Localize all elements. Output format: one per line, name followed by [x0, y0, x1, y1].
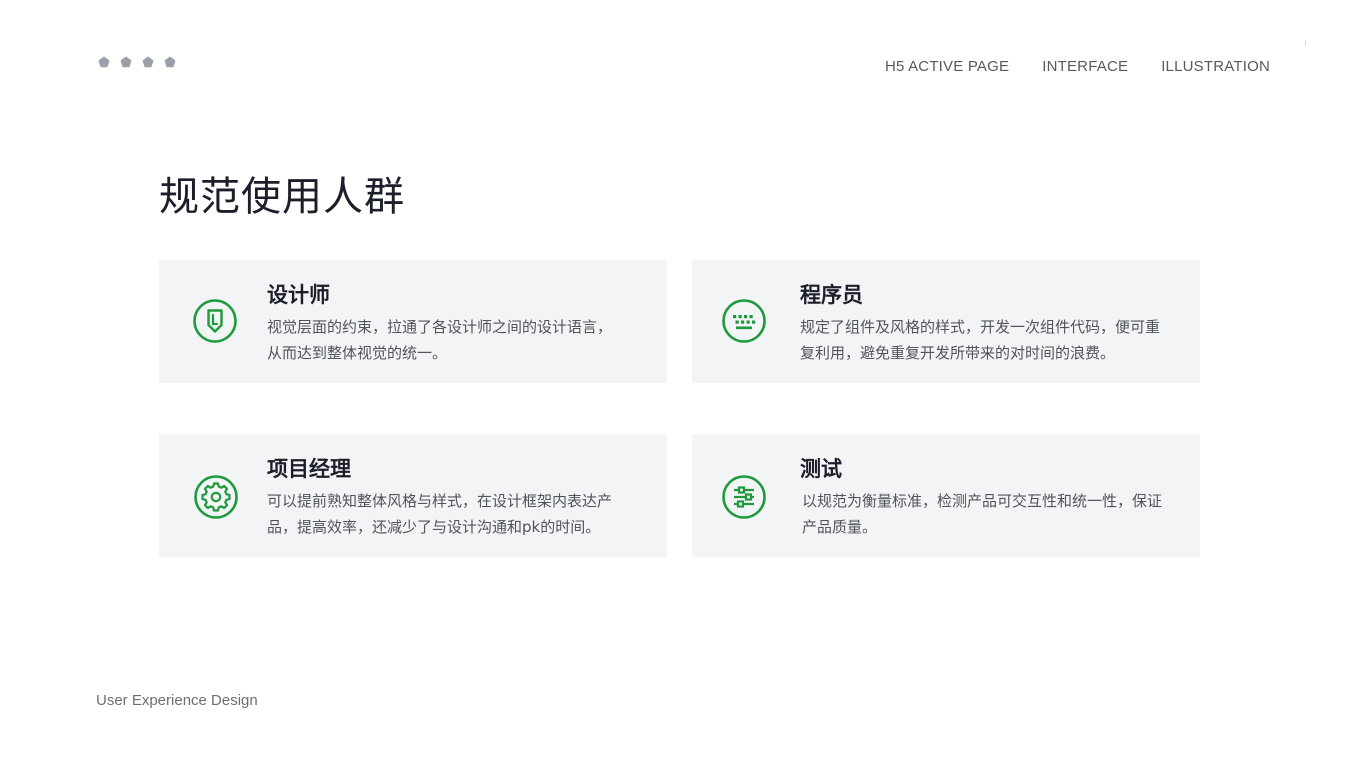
nav-item-interface[interactable]: INTERFACE: [1042, 58, 1128, 75]
card-description: 视觉层面的约束，拉通了各设计师之间的设计语言， 从而达到整体视觉的统一。: [267, 314, 612, 366]
page: H5 ACTIVE PAGE INTERFACE ILLUSTRATION 规范…: [0, 0, 1366, 768]
card-project-manager: 项目经理 可以提前熟知整体风格与样式，在设计框架内表达产 品，提高效率，还减少了…: [159, 434, 667, 557]
card-title: 设计师: [267, 283, 330, 307]
nav-item-h5-active-page[interactable]: H5 ACTIVE PAGE: [885, 58, 1009, 75]
pentagon-icon: [98, 56, 110, 68]
card-description: 规定了组件及风格的样式，开发一次组件代码，便可重 复利用，避免重复开发所带来的对…: [800, 314, 1160, 366]
card-programmer: 程序员 规定了组件及风格的样式，开发一次组件代码，便可重 复利用，避免重复开发所…: [692, 260, 1200, 383]
pentagon-icon: [142, 56, 154, 68]
keyboard-icon: [722, 299, 766, 343]
card-title: 测试: [800, 457, 842, 481]
card-description: 以规范为衡量标准，检测产品可交互性和统一性，保证 产品质量。: [802, 488, 1162, 540]
card-description-line: 规定了组件及风格的样式，开发一次组件代码，便可重: [800, 318, 1161, 336]
logo[interactable]: [98, 56, 176, 68]
card-description-line: 可以提前熟知整体风格与样式，在设计框架内表达产: [267, 492, 613, 510]
gear-icon: [194, 475, 238, 519]
pentagon-icon: [164, 56, 176, 68]
card-description-line: 以规范为衡量标准，检测产品可交互性和统一性，保证: [802, 492, 1163, 510]
card-title: 程序员: [800, 283, 863, 307]
card-description-line: 视觉层面的约束，拉通了各设计师之间的设计语言，: [267, 318, 613, 336]
card-description-line: 复利用，避免重复开发所带来的对时间的浪费。: [800, 344, 1116, 362]
card-tester: 测试 以规范为衡量标准，检测产品可交互性和统一性，保证 产品质量。: [692, 434, 1200, 557]
pentagon-icon: [120, 56, 132, 68]
card-designer: 设计师 视觉层面的约束，拉通了各设计师之间的设计语言， 从而达到整体视觉的统一。: [159, 260, 667, 383]
corner-divider: [1305, 40, 1306, 45]
top-nav: H5 ACTIVE PAGE INTERFACE ILLUSTRATION: [885, 58, 1270, 75]
card-description-line: 从而达到整体视觉的统一。: [267, 344, 448, 362]
sliders-icon: [722, 475, 766, 519]
card-description: 可以提前熟知整体风格与样式，在设计框架内表达产 品，提高效率，还减少了与设计沟通…: [267, 488, 612, 540]
page-title: 规范使用人群: [159, 174, 405, 220]
card-description-line: 产品质量。: [802, 518, 878, 536]
nav-item-illustration[interactable]: ILLUSTRATION: [1161, 58, 1270, 75]
card-description-line: 品，提高效率，还减少了与设计沟通和pk的时间。: [267, 518, 601, 536]
footer-caption: User Experience Design: [96, 692, 258, 709]
pencil-icon: [193, 299, 237, 343]
card-title: 项目经理: [267, 457, 351, 481]
